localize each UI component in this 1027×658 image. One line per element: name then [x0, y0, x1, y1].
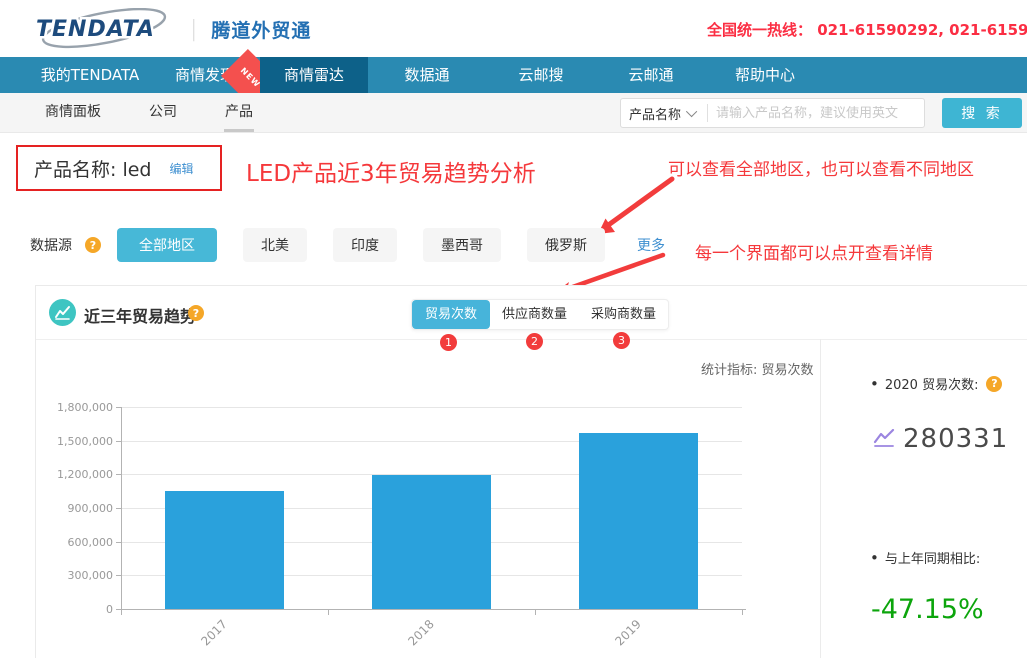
edit-link[interactable]: 编辑 [169, 160, 193, 177]
logo-text: TENDATA [36, 17, 155, 42]
y-tick-label: 0 [43, 603, 113, 616]
x-axis-line [121, 609, 746, 610]
compare-label: 与上年同期相比: [885, 548, 980, 567]
tendata-logo-icon: TENDATA [28, 8, 180, 50]
vertical-divider [820, 339, 821, 658]
y-axis-line [121, 407, 122, 615]
sub-nav-item-panel[interactable]: 商情面板 [45, 93, 101, 132]
region-button-north-america[interactable]: 北美 [243, 228, 307, 262]
nav-item-help-center[interactable]: 帮助中心 [706, 57, 824, 93]
annotation-title: LED产品近3年贸易趋势分析 [246, 154, 536, 188]
hotline-text: 全国统一热线： 021-61590292, 021-61590275 [707, 19, 1027, 40]
top-header: TENDATA | 腾道外贸通 全国统一热线： 021-61590292, 02… [0, 0, 1027, 57]
x-tick-label: 2018 [370, 617, 436, 658]
datasource-label: 数据源 [30, 235, 72, 255]
brand-divider: | [190, 17, 197, 42]
search-input[interactable] [708, 106, 924, 121]
x-tick-label: 2019 [577, 617, 643, 658]
app-window: TENDATA | 腾道外贸通 全国统一热线： 021-61590292, 02… [0, 0, 1027, 658]
chevron-down-icon [686, 106, 697, 117]
main-nav: 我的TENDATA 商情发现 NEW 商情雷达 数据通 云邮搜 云邮通 帮助中心 [0, 57, 1027, 93]
search-zone: 产品名称 搜 索 [620, 98, 1022, 128]
bar-2017[interactable] [165, 491, 284, 609]
nav-item-my-tendata[interactable]: 我的TENDATA [30, 57, 150, 93]
nav-item-discovery[interactable]: 商情发现 NEW [150, 57, 260, 93]
more-regions-link[interactable]: 更多 [637, 235, 665, 255]
nav-item-cloud-mail-search[interactable]: 云邮搜 [486, 57, 596, 93]
nav-item-data[interactable]: 数据通 [368, 57, 486, 93]
year-help-icon[interactable]: ? [986, 376, 1002, 392]
sub-nav-item-label: 产品 [225, 104, 253, 120]
trend-card: 近三年贸易趋势 ? 贸易次数 供应商数量 采购商数量 1 2 3 统计指标: 贸… [35, 285, 1027, 658]
search-button[interactable]: 搜 索 [942, 98, 1022, 128]
region-button-russia[interactable]: 俄罗斯 [527, 228, 605, 262]
content: 产品名称: led 编辑 LED产品近3年贸易趋势分析 可以查看全部地区，也可以… [0, 133, 1027, 658]
product-name-highlight-box: 产品名称: led 编辑 [16, 145, 222, 191]
arrow-to-more [607, 179, 672, 226]
stats-panel: • 2020 贸易次数: ? 280331 • 与上年同期相比: -47.15% [870, 286, 1027, 658]
logo[interactable]: TENDATA | 腾道外贸通 [28, 8, 311, 50]
region-button-all[interactable]: 全部地区 [117, 228, 217, 262]
sub-nav-item-company[interactable]: 公司 [149, 93, 177, 132]
search-category-label: 产品名称 [629, 104, 681, 123]
active-tab-underline [224, 129, 254, 132]
nav-item-radar[interactable]: 商情雷达 [260, 57, 368, 93]
bar-2018[interactable] [372, 475, 491, 609]
search-category-select[interactable]: 产品名称 [621, 104, 707, 123]
gridline [121, 407, 742, 408]
compare-row: • 与上年同期相比: [870, 548, 980, 567]
compare-value: -47.15% [871, 594, 984, 625]
nav-item-cloud-mail[interactable]: 云邮通 [596, 57, 706, 93]
y-tick-label: 900,000 [43, 502, 113, 515]
x-tick-label: 2017 [163, 617, 229, 658]
y-tick-label: 600,000 [43, 536, 113, 549]
region-button-mexico[interactable]: 墨西哥 [423, 228, 501, 262]
current-year-value: 280331 [873, 424, 1008, 454]
bullet-icon: • [870, 375, 879, 393]
datasource-row: 数据源 ? 全部地区 北美 印度 墨西哥 俄罗斯 更多 [30, 228, 665, 262]
y-tick-label: 1,500,000 [43, 435, 113, 448]
y-tick-label: 1,200,000 [43, 468, 113, 481]
y-tick-label: 300,000 [43, 569, 113, 582]
brand-cn-name: 腾道外贸通 [211, 16, 311, 43]
bar-2019[interactable] [579, 433, 698, 609]
trend-line-icon [873, 429, 895, 449]
bullet-icon: • [870, 549, 879, 567]
region-button-india[interactable]: 印度 [333, 228, 397, 262]
help-icon[interactable]: ? [85, 237, 101, 253]
sub-nav-item-product[interactable]: 产品 [225, 93, 253, 132]
current-year-label: 2020 贸易次数: [885, 374, 979, 393]
current-year-row: • 2020 贸易次数: ? [870, 374, 1002, 393]
trade-count-value: 280331 [903, 424, 1008, 454]
annotation-detail-note: 每一个界面都可以点开查看详情 [695, 239, 933, 264]
product-name-label: 产品名称: led [34, 155, 151, 182]
y-tick-label: 1,800,000 [43, 401, 113, 414]
search-box: 产品名称 [620, 98, 925, 128]
sub-nav: 商情面板 公司 产品 产品名称 搜 索 [0, 93, 1027, 133]
bar-chart: 0 300,000 600,000 900,000 1,200,000 1,500,000… [36, 286, 820, 658]
annotation-regions-note: 可以查看全部地区，也可以查看不同地区 [668, 155, 974, 180]
